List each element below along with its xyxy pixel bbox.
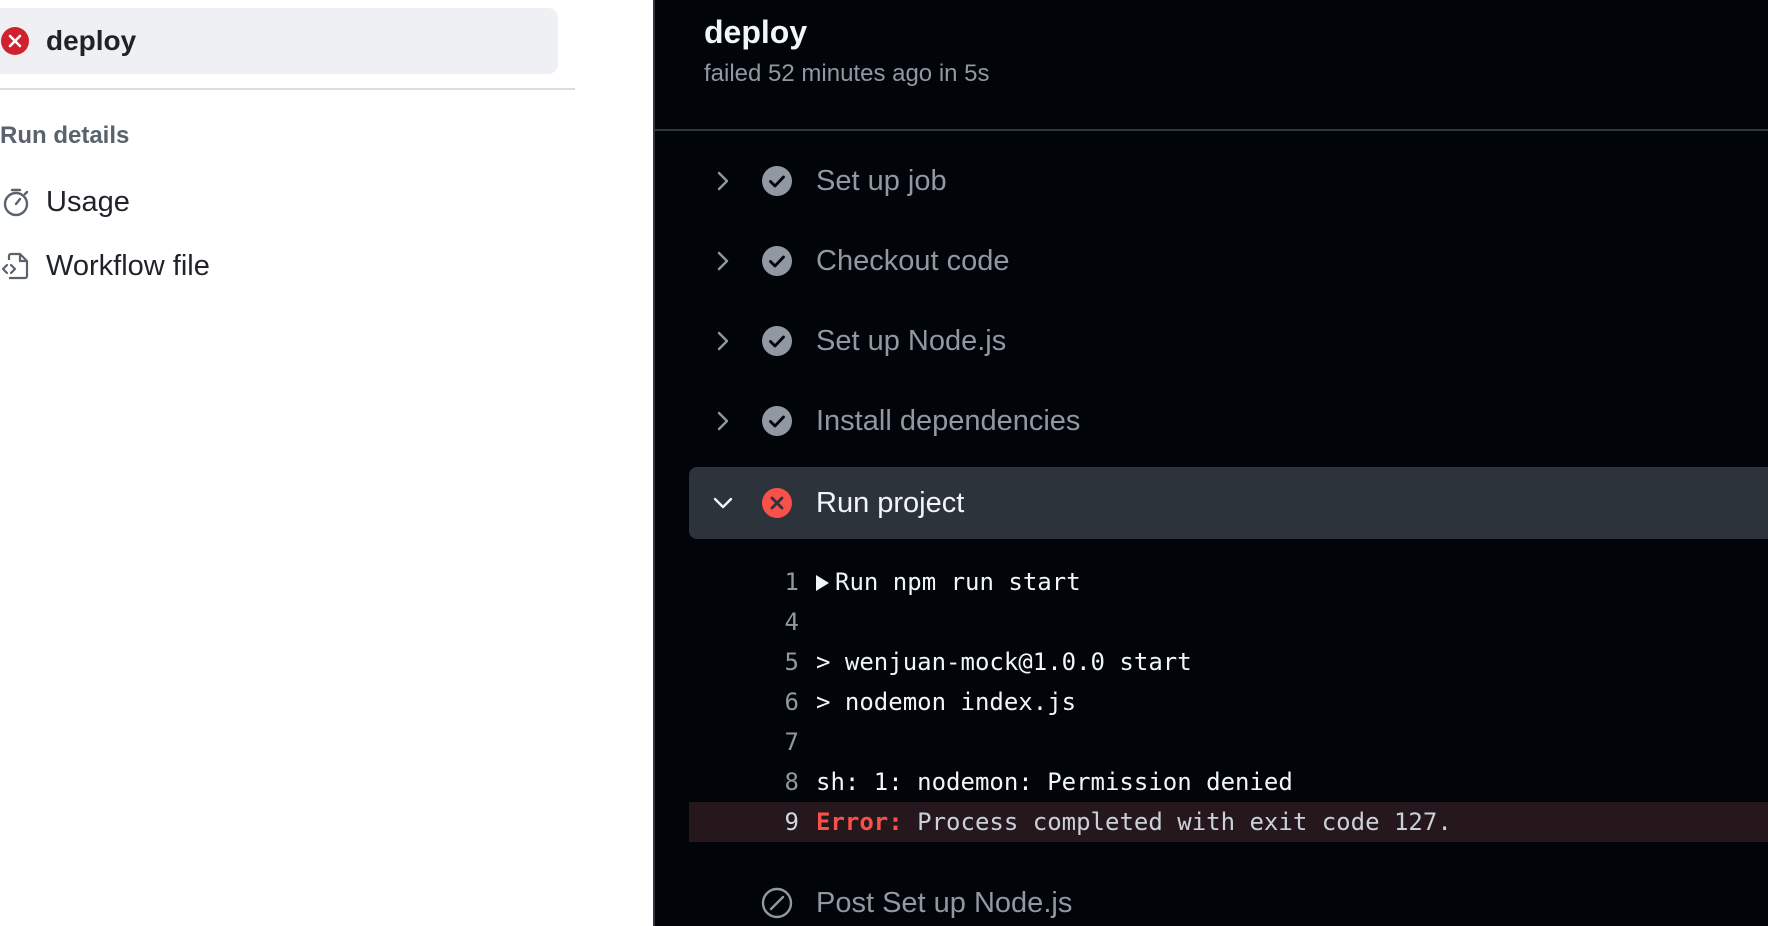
log-group-toggle[interactable]: Run npm run start <box>816 562 1081 602</box>
x-circle-fill-icon <box>762 488 792 518</box>
run-sidebar: deploy Run details Usage Workflow file <box>0 0 580 926</box>
job-status-text: failed 52 minutes ago in 5s <box>704 60 990 87</box>
chevron-right-icon <box>717 251 729 271</box>
sidebar-item-workflow-file[interactable]: Workflow file <box>0 244 210 288</box>
log-line: 4 <box>689 602 1768 642</box>
line-number[interactable]: 4 <box>749 602 799 642</box>
log-text: > wenjuan-mock@1.0.0 start <box>816 648 1192 676</box>
step-checkout-code[interactable]: Checkout code <box>689 225 1768 297</box>
chevron-right-icon <box>717 411 729 431</box>
check-circle-fill-icon <box>762 166 792 196</box>
chevron-down-icon <box>713 497 733 509</box>
step-label: Set up job <box>816 165 947 197</box>
log-line[interactable]: 1 Run npm run start <box>689 562 1768 602</box>
check-circle-fill-icon <box>762 246 792 276</box>
log-line: 7 <box>689 722 1768 762</box>
line-number[interactable]: 6 <box>749 682 799 722</box>
line-number[interactable]: 9 <box>749 802 799 842</box>
line-number[interactable]: 8 <box>749 762 799 802</box>
step-run-project[interactable]: Run project <box>689 467 1768 539</box>
log-text: sh: 1: nodemon: Permission denied <box>816 768 1293 796</box>
x-circle-fill-icon <box>0 26 30 61</box>
line-number[interactable]: 7 <box>749 722 799 762</box>
run-details-heading: Run details <box>0 122 130 149</box>
step-label: Run project <box>816 487 965 519</box>
log-line: 8 sh: 1: nodemon: Permission denied <box>689 762 1768 802</box>
job-log-panel: deploy failed 52 minutes ago in 5s Set u… <box>653 0 1768 926</box>
step-label: Install dependencies <box>816 405 1081 437</box>
sidebar-item-label: Usage <box>46 185 130 218</box>
log-text: > nodemon index.js <box>816 688 1077 716</box>
stopwatch-icon <box>0 186 32 218</box>
sidebar-job-deploy[interactable]: deploy <box>0 8 558 74</box>
step-label: Set up Node.js <box>816 325 1007 357</box>
log-line: 6 > nodemon index.js <box>689 682 1768 722</box>
chevron-right-icon <box>717 331 729 351</box>
step-set-up-node[interactable]: Set up Node.js <box>689 305 1768 377</box>
error-prefix: Error: <box>816 808 903 836</box>
line-number[interactable]: 5 <box>749 642 799 682</box>
sidebar-item-label: Workflow file <box>46 249 210 282</box>
file-code-icon <box>0 250 32 282</box>
log-line-error: 9 Error: Process completed with exit cod… <box>689 802 1768 842</box>
sidebar-item-usage[interactable]: Usage <box>0 180 130 224</box>
check-circle-fill-icon <box>762 406 792 436</box>
log-text: Run npm run start <box>835 568 1081 596</box>
triangle-right-icon <box>816 575 829 591</box>
error-message: Process completed with exit code 127. <box>902 808 1452 836</box>
skip-icon <box>761 887 793 919</box>
step-install-dependencies[interactable]: Install dependencies <box>689 385 1768 457</box>
log-line: 5 > wenjuan-mock@1.0.0 start <box>689 642 1768 682</box>
step-set-up-job[interactable]: Set up job <box>689 145 1768 217</box>
chevron-right-icon <box>717 171 729 191</box>
sidebar-divider <box>0 88 575 90</box>
step-label: Post Set up Node.js <box>816 887 1073 919</box>
check-circle-fill-icon <box>762 326 792 356</box>
line-number[interactable]: 1 <box>749 562 799 602</box>
step-label: Checkout code <box>816 245 1010 277</box>
sidebar-job-label: deploy <box>46 25 137 56</box>
job-title: deploy <box>704 14 808 50</box>
step-post-set-up-node[interactable]: Post Set up Node.js <box>689 867 1768 926</box>
log-error-text: Error: Process completed with exit code … <box>816 802 1452 842</box>
panel-divider <box>655 129 1768 131</box>
